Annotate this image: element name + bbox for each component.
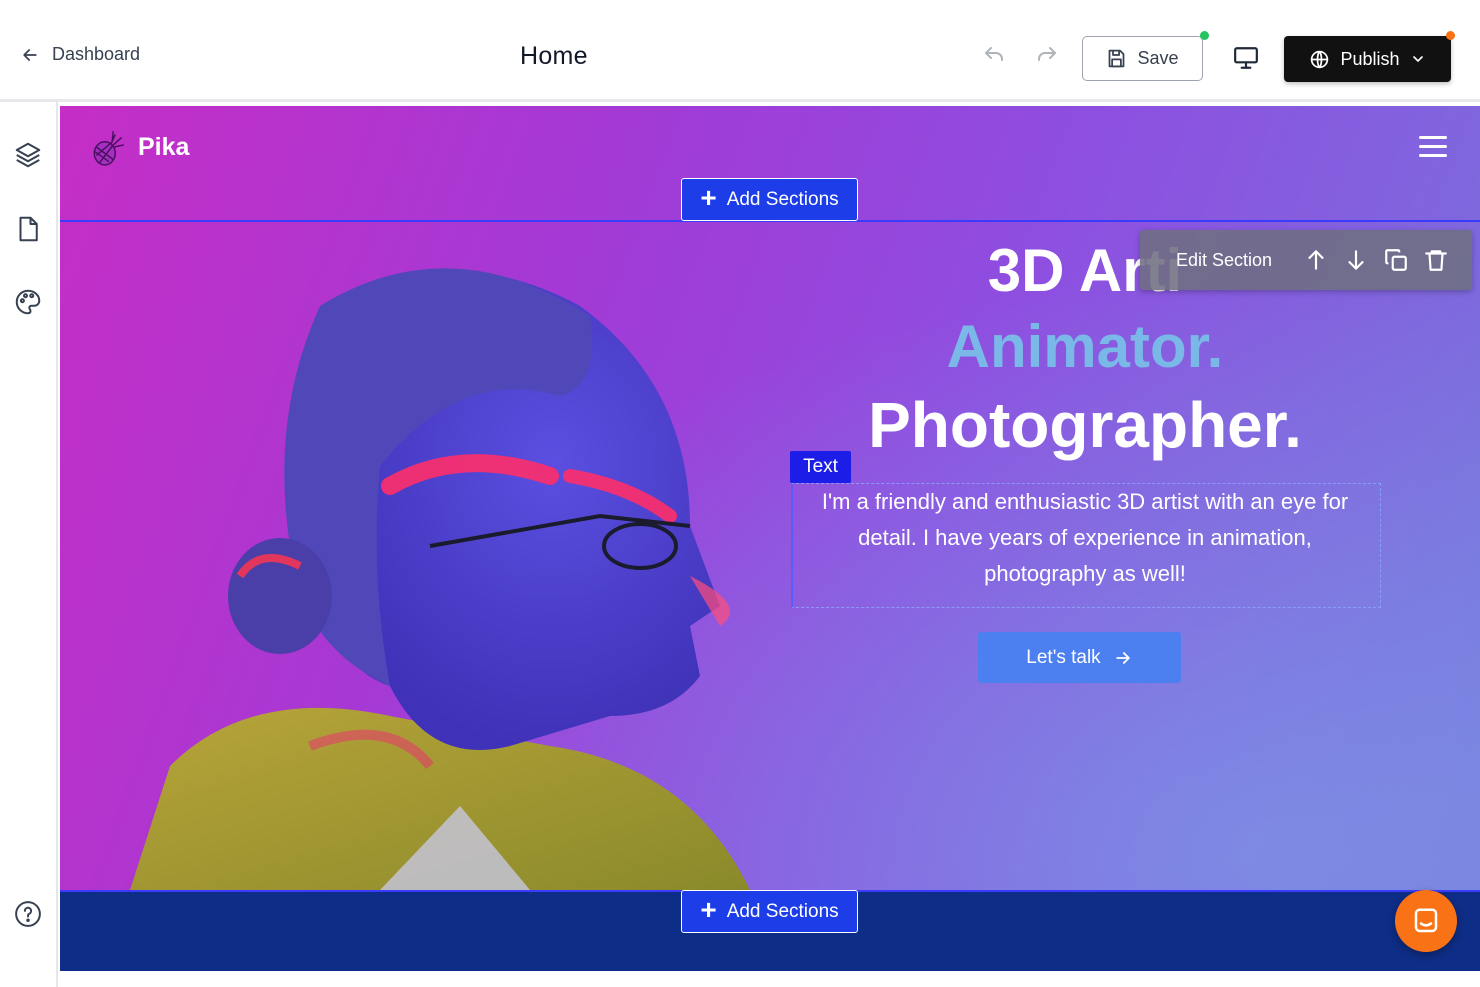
editor-canvas: Pika + Add Sections 3D Arti Animator. Ph… bbox=[60, 106, 1480, 971]
move-down-icon[interactable] bbox=[1343, 247, 1369, 273]
plus-icon: + bbox=[700, 894, 717, 925]
arrow-left-icon bbox=[23, 48, 37, 61]
layers-icon[interactable] bbox=[13, 140, 43, 170]
add-sections-button-top[interactable]: + Add Sections bbox=[681, 178, 858, 221]
publish-status-dot bbox=[1446, 31, 1455, 40]
chat-icon bbox=[1414, 908, 1438, 933]
edit-section-toolbar: Edit Section bbox=[1140, 230, 1472, 290]
redo-icon[interactable] bbox=[1035, 44, 1059, 68]
palette-icon[interactable] bbox=[13, 287, 43, 317]
site-logo[interactable]: Pika bbox=[88, 126, 189, 168]
undo-icon[interactable] bbox=[982, 44, 1006, 68]
hero-headline-line3[interactable]: Photographer. bbox=[850, 388, 1320, 462]
page-title[interactable]: Home bbox=[520, 42, 588, 71]
back-label: Dashboard bbox=[52, 44, 141, 64]
chat-launcher-button[interactable] bbox=[1395, 890, 1457, 952]
left-sidebar bbox=[0, 102, 58, 987]
text-element-tag: Text bbox=[790, 451, 851, 483]
cta-label: Let's talk bbox=[1026, 646, 1101, 668]
edit-section-button[interactable]: Edit Section bbox=[1176, 250, 1272, 271]
hero-portrait-image bbox=[130, 268, 750, 890]
move-up-icon[interactable] bbox=[1303, 247, 1329, 273]
hamburger-menu-icon[interactable] bbox=[1419, 136, 1447, 158]
arrow-right-icon bbox=[1115, 651, 1130, 664]
editor-topbar: Dashboard Home Save Publish bbox=[0, 0, 1480, 102]
lets-talk-button[interactable]: Let's talk bbox=[978, 632, 1181, 683]
page-icon[interactable] bbox=[13, 214, 43, 244]
plus-icon: + bbox=[700, 182, 717, 213]
add-sections-label: Add Sections bbox=[726, 188, 839, 210]
back-to-dashboard-link[interactable]: Dashboard bbox=[20, 44, 140, 65]
save-label: Save bbox=[1137, 48, 1179, 68]
add-sections-label: Add Sections bbox=[726, 900, 839, 922]
pineapple-icon bbox=[93, 131, 124, 166]
save-icon bbox=[1109, 49, 1125, 68]
hero-paragraph[interactable]: I'm a friendly and enthusiastic 3D artis… bbox=[820, 484, 1350, 592]
monitor-icon[interactable] bbox=[1233, 45, 1259, 71]
add-sections-button-bottom[interactable]: + Add Sections bbox=[681, 890, 858, 933]
help-icon[interactable] bbox=[13, 899, 43, 929]
hero-headline-line2[interactable]: Animator. bbox=[850, 312, 1320, 381]
publish-label: Publish bbox=[1340, 48, 1400, 69]
save-button[interactable]: Save bbox=[1082, 36, 1203, 81]
duplicate-icon[interactable] bbox=[1383, 247, 1409, 273]
publish-button[interactable]: Publish bbox=[1284, 36, 1451, 82]
save-status-dot bbox=[1200, 31, 1209, 40]
trash-icon[interactable] bbox=[1423, 247, 1449, 273]
logo-text: Pika bbox=[138, 132, 190, 161]
chevron-down-icon bbox=[1412, 56, 1423, 63]
globe-icon bbox=[1311, 50, 1329, 68]
